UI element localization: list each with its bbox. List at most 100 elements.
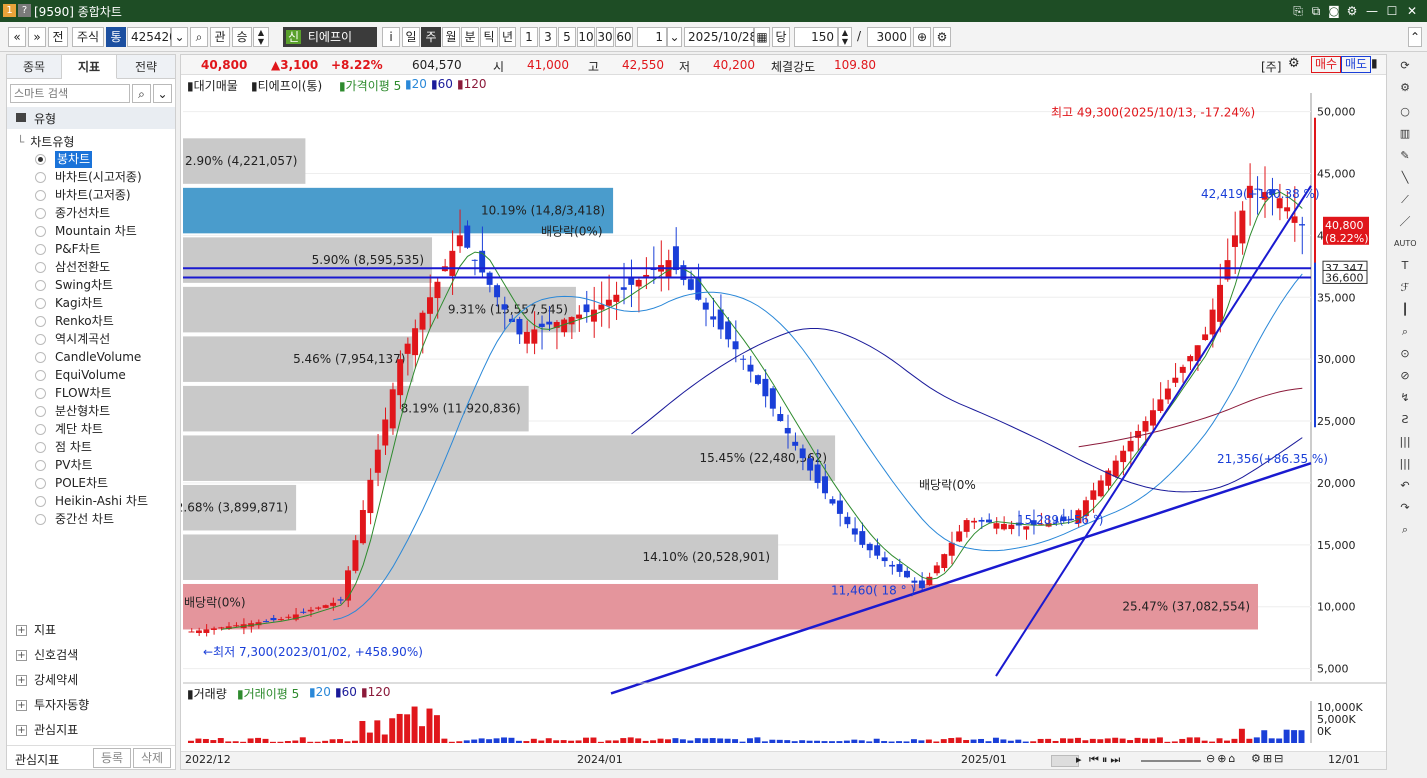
radio-icon[interactable] (35, 244, 46, 255)
radio-icon[interactable] (35, 460, 46, 471)
radio-icon[interactable] (35, 514, 46, 525)
zoom-icons[interactable]: ⊖⊕⌂ (1206, 752, 1237, 765)
radio-icon[interactable] (35, 316, 46, 327)
link-icon[interactable]: ⎘ (1290, 3, 1306, 19)
scroll-arrow-icon[interactable]: ▸ (1076, 753, 1082, 766)
expand-icon[interactable]: ⌄ (153, 84, 172, 103)
period-yearly[interactable]: 년 (499, 27, 516, 47)
market-selector[interactable]: 주식 (72, 27, 104, 47)
folder-item[interactable]: + 강세약세 (16, 669, 78, 691)
camera-icon[interactable]: ◙ (1326, 3, 1342, 19)
radio-icon[interactable] (35, 334, 46, 345)
radio-icon[interactable] (35, 298, 46, 309)
redo-icon[interactable]: ↷ (1394, 498, 1416, 518)
section-header[interactable]: 유형 (7, 107, 175, 129)
bar-count-input[interactable]: 150 (794, 27, 838, 47)
trend-tool-icon[interactable]: ⟋ (1394, 190, 1416, 210)
legend-vma120[interactable]: ▮120 (361, 685, 391, 699)
period-weekly[interactable]: 주 (421, 27, 441, 47)
radio-icon[interactable] (35, 370, 46, 381)
tab-indicator[interactable]: 지표 (62, 55, 117, 79)
close-icon[interactable]: ✕ (1404, 3, 1420, 19)
bar-chart-icon[interactable]: ▥ (1394, 124, 1416, 144)
interval-60[interactable]: 60 (615, 27, 633, 47)
folder-item[interactable]: + 관심지표 (16, 719, 78, 741)
radio-icon[interactable] (35, 496, 46, 507)
chart-type-group[interactable]: └ 차트유형 (17, 133, 74, 150)
legend-vma5[interactable]: ▮거래이평 5 (237, 685, 299, 702)
screen-number-icon[interactable]: 1 (3, 4, 16, 17)
radio-icon[interactable] (35, 478, 46, 489)
tool-icons[interactable]: ⚙⊞⊟ (1251, 752, 1285, 765)
undo-icon[interactable]: ↶ (1394, 476, 1416, 496)
expand-icon[interactable]: + (16, 725, 27, 736)
count-dropdown-icon[interactable]: ⌄ (667, 27, 682, 47)
radio-icon[interactable] (35, 190, 46, 201)
interval-30[interactable]: 30 (596, 27, 614, 47)
bar-count-spin-icon[interactable]: ▲ ▼ (838, 27, 852, 47)
period-tick[interactable]: 틱 (480, 27, 498, 47)
count-input[interactable]: 1 (637, 27, 667, 47)
copy-icon[interactable]: ⧉ (1308, 3, 1324, 19)
stock-name-box[interactable]: 신 티에프이 (283, 27, 377, 47)
period-monthly[interactable]: 월 (442, 27, 460, 47)
fib-icon[interactable]: ℱ (1394, 278, 1416, 298)
interval-10[interactable]: 10 (577, 27, 595, 47)
line-tool-icon[interactable]: ╲ (1394, 168, 1416, 188)
date-input[interactable]: 2025/10/28 (684, 27, 757, 47)
zoom-in-icon[interactable]: ⊕ (913, 27, 931, 47)
candle-icon[interactable]: ┃ (1394, 300, 1416, 320)
minimize-icon[interactable]: — (1364, 3, 1380, 19)
expand-icon[interactable]: + (16, 700, 27, 711)
text-icon[interactable]: T (1394, 256, 1416, 276)
folder-item[interactable]: + 투자자동향 (16, 694, 89, 716)
maximize-icon[interactable]: ☐ (1384, 3, 1400, 19)
radio-icon[interactable] (35, 154, 46, 165)
arrow-tool-icon[interactable]: ↯ (1394, 388, 1416, 408)
expand-icon[interactable]: + (16, 625, 27, 636)
radio-icon[interactable] (35, 208, 46, 219)
dang-button[interactable]: 당 (772, 27, 790, 47)
spin-icon[interactable]: ▲ ▼ (253, 27, 269, 47)
price-chart[interactable]: 50,00045,00040,00035,00030,00025,00020,0… (181, 55, 1386, 769)
refresh-icon[interactable]: ⟳ (1394, 56, 1416, 76)
period-lines-icon[interactable]: ||| (1394, 432, 1416, 452)
zigzag-icon[interactable]: Ƨ (1394, 410, 1416, 430)
next-button[interactable]: » (28, 27, 46, 47)
tong-button[interactable]: 통 (106, 27, 126, 47)
code-dropdown-icon[interactable]: ⌄ (171, 27, 188, 47)
radio-icon[interactable] (35, 172, 46, 183)
max-count-input[interactable]: 3000 (867, 27, 911, 47)
magnifier-icon[interactable]: ⊙ (1394, 344, 1416, 364)
stock-code-input[interactable]: 425420 (127, 27, 177, 47)
radio-icon[interactable] (35, 280, 46, 291)
info-button[interactable]: i (382, 27, 400, 47)
scan-icon[interactable]: ⊘ (1394, 366, 1416, 386)
period-minute[interactable]: 분 (461, 27, 479, 47)
grid-lines-icon[interactable]: ||| (1394, 454, 1416, 474)
folder-item[interactable]: + 신호검색 (16, 644, 78, 666)
circle-icon[interactable]: ○ (1394, 102, 1416, 122)
pen-icon[interactable]: ✎ (1394, 146, 1416, 166)
scroll-left-icon[interactable] (1051, 755, 1079, 767)
folder-item[interactable]: + 지표 (16, 619, 56, 641)
settings-icon[interactable]: ⚙ (1344, 3, 1360, 19)
radio-icon[interactable] (35, 388, 46, 399)
radio-icon[interactable] (35, 262, 46, 273)
legend-vma20[interactable]: ▮20 (309, 685, 331, 699)
win-button[interactable]: 승 (232, 27, 252, 47)
search-tool-icon[interactable]: ⌕ (1394, 520, 1416, 540)
calendar-icon[interactable]: ▦ (754, 27, 770, 47)
radio-icon[interactable] (35, 424, 46, 435)
zoom-icon[interactable]: ⌕ (1394, 322, 1416, 342)
chart-settings-icon[interactable]: ⚙ (933, 27, 951, 47)
settings-icon[interactable]: ⚙ (1394, 78, 1416, 98)
watch-button[interactable]: 관 (210, 27, 230, 47)
legend-vma60[interactable]: ▮60 (335, 685, 357, 699)
all-button[interactable]: 전 (48, 27, 68, 47)
radio-icon[interactable] (35, 442, 46, 453)
interval-5[interactable]: 5 (558, 27, 576, 47)
search-icon[interactable]: ⌕ (132, 84, 151, 103)
zoom-slider[interactable] (1141, 760, 1201, 762)
radio-icon[interactable] (35, 352, 46, 363)
